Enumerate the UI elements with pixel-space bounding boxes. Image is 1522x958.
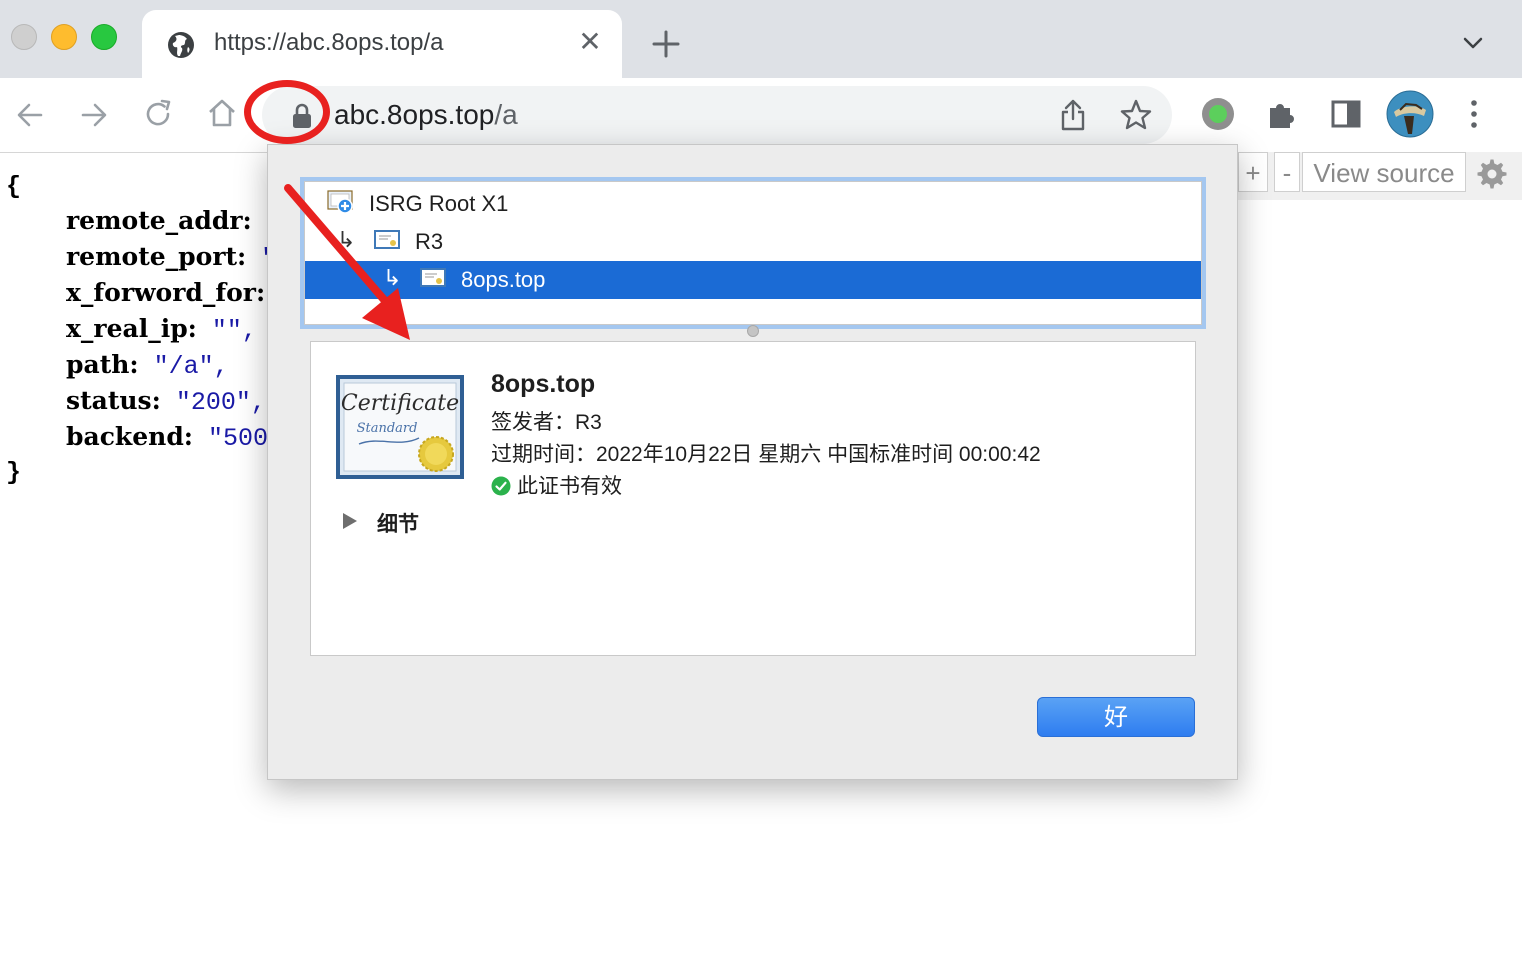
certificate-name: 8ops.top: [491, 370, 596, 398]
bookmark-star-icon[interactable]: [1118, 97, 1154, 133]
window-minimize-button[interactable]: [51, 24, 77, 50]
tab-search-chevron-icon[interactable]: [1458, 28, 1488, 58]
chain-item-label: R3: [415, 229, 444, 254]
browser-toolbar: abc.8ops.top/a: [0, 78, 1522, 153]
annotation-circle: [244, 80, 330, 144]
pane-splitter-handle[interactable]: [747, 325, 759, 337]
json-key: x_forword_for:: [66, 278, 266, 307]
json-close-brace: }: [6, 458, 22, 487]
view-source-button[interactable]: View source: [1302, 152, 1466, 192]
url-host: abc.8ops.top: [334, 99, 495, 130]
certificate-status: 此证书有效: [517, 475, 622, 498]
tab-title: https://abc.8ops.top/a: [214, 29, 444, 56]
certificate-icon: [374, 230, 400, 249]
json-value: "",: [211, 316, 257, 345]
window-zoom-button[interactable]: [91, 24, 117, 50]
chain-item-leaf[interactable]: ↳ 8ops.top: [305, 261, 1201, 299]
certificate-issuer: 签发者：R3: [491, 411, 602, 434]
certificate-large-icon: Certificate Standard: [336, 375, 464, 479]
chain-item-label: ISRG Root X1: [369, 191, 509, 216]
json-key: backend:: [66, 422, 194, 451]
forward-icon[interactable]: [76, 97, 112, 133]
json-open-brace: {: [6, 172, 22, 201]
cert-image-title: Certificate: [341, 391, 459, 416]
home-icon[interactable]: [204, 95, 240, 131]
share-icon[interactable]: [1056, 97, 1090, 133]
json-key: path:: [66, 350, 139, 379]
extensions-puzzle-icon[interactable]: [1264, 96, 1300, 132]
disclosure-triangle-icon[interactable]: [341, 512, 359, 530]
certificate-expiry: 过期时间：2022年10月22日 星期六 中国标准时间 00:00:42: [491, 443, 1041, 466]
gear-icon[interactable]: [1476, 158, 1508, 190]
profile-avatar[interactable]: [1386, 90, 1434, 138]
globe-icon: [168, 32, 194, 58]
back-icon[interactable]: [12, 97, 48, 133]
json-key: remote_addr:: [66, 206, 252, 235]
browser-tab[interactable]: https://abc.8ops.top/a ✕: [142, 10, 622, 78]
json-key: remote_port:: [66, 242, 247, 271]
new-tab-icon[interactable]: [648, 26, 684, 62]
certificate-icon: [420, 268, 446, 287]
chain-item-intermediate[interactable]: ↳ R3: [305, 223, 1201, 261]
json-key: x_real_ip:: [66, 314, 197, 343]
certificate-detail-pane: Certificate Standard 8ops.top 签发者：R3 过期时…: [310, 341, 1196, 656]
chain-item-root[interactable]: ISRG Root X1: [305, 185, 1201, 223]
json-key: status:: [66, 386, 161, 415]
address-url[interactable]: abc.8ops.top/a: [334, 99, 518, 131]
chain-item-label: 8ops.top: [461, 267, 546, 292]
extension-status-icon[interactable]: [1200, 96, 1236, 132]
url-path: /a: [494, 99, 518, 130]
certificate-chain-list: ISRG Root X1 ↳ R3 ↳ 8ops.top: [304, 181, 1202, 325]
menu-icon[interactable]: [1456, 96, 1492, 132]
cert-image-subtitle: Standard: [357, 421, 418, 436]
ok-button[interactable]: 好: [1037, 697, 1195, 737]
side-panel-icon[interactable]: [1328, 96, 1364, 132]
json-value: "/a",: [153, 352, 229, 381]
address-bar[interactable]: abc.8ops.top/a: [262, 86, 1172, 144]
json-value: "200",: [175, 388, 266, 417]
details-toggle-label[interactable]: 细节: [377, 508, 419, 538]
tab-strip: https://abc.8ops.top/a ✕: [0, 0, 1522, 78]
certificate-dialog: ISRG Root X1 ↳ R3 ↳ 8ops.top Certificate…: [267, 144, 1238, 780]
indent-arrow: ↳: [383, 265, 402, 290]
json-viewer-toolbar: + - View source: [1238, 152, 1522, 200]
expand-all-button[interactable]: +: [1238, 152, 1268, 192]
valid-check-icon: [491, 476, 511, 496]
window-close-button[interactable]: [11, 24, 37, 50]
tab-close-icon[interactable]: ✕: [576, 28, 604, 56]
root-certificate-icon: [327, 190, 353, 214]
indent-arrow: ↳: [337, 227, 356, 252]
reload-icon[interactable]: [140, 96, 176, 132]
json-body: { remote_addr: " remote_port: " x_forwor…: [6, 170, 283, 490]
collapse-all-button[interactable]: -: [1274, 152, 1300, 192]
